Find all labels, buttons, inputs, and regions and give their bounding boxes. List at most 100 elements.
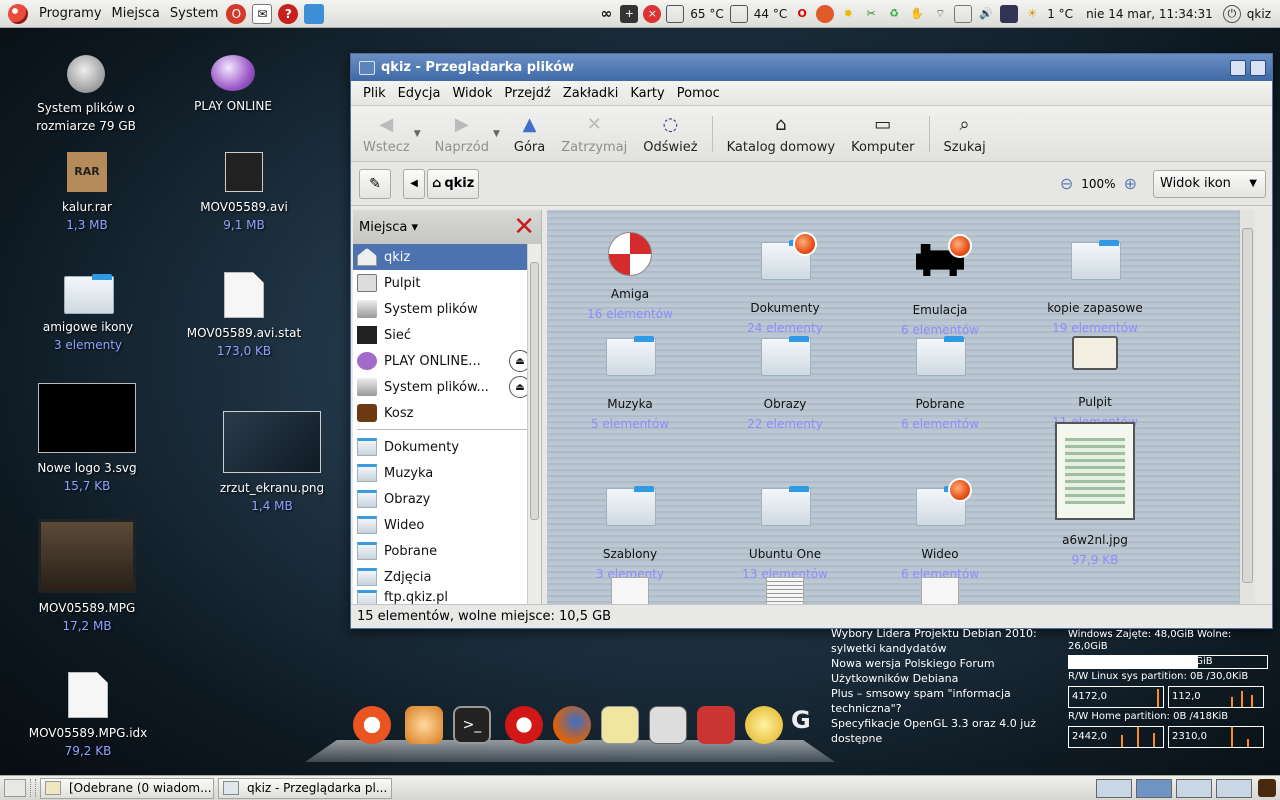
item-wideo[interactable]: Wideo 6 elementów: [865, 478, 1015, 584]
computer-button[interactable]: ▭ Komputer: [843, 112, 922, 156]
item-a6w2nl-jpg[interactable]: a6w2nl.jpg 97,9 KB: [1020, 422, 1170, 570]
google-icon[interactable]: G: [791, 706, 829, 744]
item-amiga[interactable]: Amiga 16 elementów: [555, 232, 705, 324]
shell-icon[interactable]: [405, 706, 443, 744]
tools-icon[interactable]: ✂: [862, 5, 880, 23]
infinity-icon[interactable]: ∞: [597, 5, 615, 23]
news-item[interactable]: Wybory Lidera Projektu Debian 2010: sylw…: [831, 626, 1041, 656]
zoom-level[interactable]: 100%: [1081, 177, 1115, 191]
news-item[interactable]: Nowa wersja Polskiego Forum Użytkowników…: [831, 656, 1041, 686]
sun-icon[interactable]: ✹: [839, 5, 857, 23]
opera-launcher-icon[interactable]: O: [226, 3, 247, 24]
item-emulacja[interactable]: Emulacja 6 elementów: [865, 232, 1015, 340]
menu-programy[interactable]: Programy: [34, 6, 107, 21]
sidebar-item-system-plikow-2[interactable]: System plików... ⏏: [353, 374, 541, 400]
panel-handle[interactable]: [30, 779, 36, 797]
media-icon[interactable]: [1000, 4, 1019, 23]
menu-plik[interactable]: Plik: [357, 86, 392, 101]
window-menu-icon[interactable]: [359, 60, 375, 75]
item-obrazy[interactable]: Obrazy 22 elementy: [710, 328, 860, 434]
scrollbar-thumb[interactable]: [530, 262, 539, 520]
sidebar-item-wideo[interactable]: Wideo: [353, 512, 541, 538]
app-icon[interactable]: [697, 706, 735, 744]
workspace-3[interactable]: [1176, 778, 1212, 798]
mail-launcher-icon[interactable]: ✉: [252, 3, 273, 24]
firefox-icon[interactable]: [553, 706, 591, 744]
item-muzyka[interactable]: Muzyka 5 elementów: [555, 328, 705, 434]
item-pulpit[interactable]: Pulpit 11 elementów: [1020, 328, 1170, 432]
desktop-icon-play-online[interactable]: PLAY ONLINE: [158, 55, 308, 115]
up-button[interactable]: ▲ Góra: [506, 112, 553, 156]
minimize-button[interactable]: [1230, 59, 1246, 76]
star-icon[interactable]: [745, 706, 783, 744]
text-file-icon[interactable]: [766, 577, 804, 605]
task-mail[interactable]: [Odebrane (0 wiadom...: [40, 777, 214, 799]
news-item[interactable]: Plus – smsowy spam "informacja techniczn…: [831, 686, 1041, 716]
menu-widok[interactable]: Widok: [446, 86, 498, 101]
menu-karty[interactable]: Karty: [624, 86, 670, 101]
menu-pomoc[interactable]: Pomoc: [671, 86, 726, 101]
desktop-icon-mov-avi[interactable]: MOV05589.avi 9,1 MB: [169, 152, 319, 234]
update-icon[interactable]: [816, 4, 835, 23]
sidebar-item-pulpit[interactable]: Pulpit: [353, 270, 541, 296]
hand-icon[interactable]: ✋: [908, 5, 926, 23]
opera-tray-icon[interactable]: O: [793, 5, 811, 23]
sidebar-item-kosz[interactable]: Kosz: [353, 400, 541, 426]
back-button[interactable]: ◀ Wstecz: [355, 112, 418, 156]
home-button[interactable]: ⌂ Katalog domowy: [719, 112, 843, 156]
terminal-icon[interactable]: >_: [453, 706, 491, 744]
menu-miejsca[interactable]: Miejsca: [107, 6, 165, 21]
item-pobrane[interactable]: Pobrane 6 elementów: [865, 328, 1015, 434]
back-history-dropdown-icon[interactable]: ▼: [414, 129, 421, 139]
recycle-icon[interactable]: ♻: [885, 5, 903, 23]
item-szablony[interactable]: Szablony 3 elementy: [555, 478, 705, 584]
stop-button[interactable]: ✕ Zatrzymaj: [553, 112, 635, 156]
sidebar-item-muzyka[interactable]: Muzyka: [353, 460, 541, 486]
weather-text[interactable]: 1 °C: [1044, 7, 1076, 21]
sidebar-item-zdjecia[interactable]: Zdjęcia: [353, 564, 541, 590]
cancel-icon[interactable]: ×: [643, 4, 662, 23]
desktop-icon-kalur-rar[interactable]: RAR kalur.rar 1,3 MB: [12, 152, 162, 234]
sidebar-item-obrazy[interactable]: Obrazy: [353, 486, 541, 512]
sidebar-item-qkiz[interactable]: qkiz: [353, 244, 541, 270]
debian-logo-icon[interactable]: [8, 3, 28, 24]
show-desktop-icon[interactable]: [4, 779, 26, 797]
forward-history-dropdown-icon[interactable]: ▼: [493, 129, 500, 139]
compiz-icon[interactable]: +: [620, 4, 639, 23]
weather-icon[interactable]: ☀: [1023, 5, 1041, 23]
user-name[interactable]: qkiz: [1244, 7, 1274, 21]
menu-system[interactable]: System: [165, 6, 223, 21]
forward-button[interactable]: ▶ Naprzód: [427, 112, 497, 156]
toggle-location-button[interactable]: ✎: [359, 168, 391, 199]
sidebar-type-select[interactable]: Miejsca ▾: [359, 220, 418, 235]
network-icon[interactable]: [954, 4, 973, 23]
sidebar-item-play-online[interactable]: PLAY ONLINE... ⏏: [353, 348, 541, 374]
item-kopie-zapasowe[interactable]: kopie zapasowe 19 elementów: [1020, 232, 1170, 338]
trash-icon[interactable]: [1258, 779, 1276, 797]
window-titlebar[interactable]: qkiz - Przeglądarka plików: [351, 54, 1272, 81]
zoom-out-icon[interactable]: ⊖: [1060, 174, 1073, 193]
wifi-icon[interactable]: ⌔: [931, 5, 949, 23]
volume-icon[interactable]: 🔊: [977, 5, 995, 23]
desktop-icon-mov-mpg-idx[interactable]: MOV05589.MPG.idx 79,2 KB: [13, 672, 163, 760]
path-button-qkiz[interactable]: ⌂ qkiz: [427, 168, 480, 199]
file-icon[interactable]: [921, 577, 959, 605]
menu-edycja[interactable]: Edycja: [392, 86, 447, 101]
item-dokumenty[interactable]: Dokumenty 24 elementy: [710, 232, 860, 338]
content-scrollbar[interactable]: [1239, 210, 1255, 605]
maximize-button[interactable]: [1250, 59, 1266, 76]
item-ubuntu-one[interactable]: Ubuntu One 13 elementów: [710, 478, 860, 584]
ubuntu-icon[interactable]: [353, 706, 391, 744]
workspace-2[interactable]: [1136, 778, 1172, 798]
desktop-icon-nowe-logo[interactable]: Nowe logo 3.svg 15,7 KB: [12, 383, 162, 495]
clock[interactable]: nie 14 mar, 11:34:31: [1083, 7, 1216, 21]
sidebar-item-ftp[interactable]: ftp.qkiz.pl: [353, 590, 541, 604]
reload-button[interactable]: ◌ Odśwież: [635, 112, 705, 156]
notes-launcher-icon[interactable]: [304, 3, 325, 24]
zoom-in-icon[interactable]: ⊕: [1124, 174, 1137, 193]
notes-icon[interactable]: [601, 706, 639, 744]
desktop-icon-zrzut-ekranu[interactable]: zrzut_ekranu.png 1,4 MB: [197, 411, 347, 515]
search-button[interactable]: ⌕ Szukaj: [936, 112, 994, 156]
sidebar-item-dokumenty[interactable]: Dokumenty: [353, 434, 541, 460]
menu-przejdz[interactable]: Przejdź: [498, 86, 556, 101]
